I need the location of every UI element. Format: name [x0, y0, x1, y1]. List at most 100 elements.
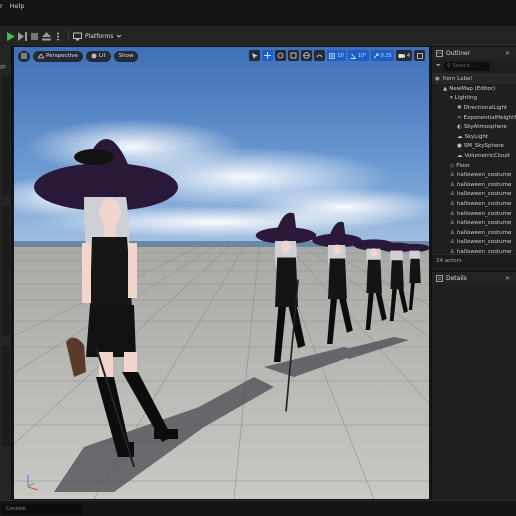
lit-button[interactable]: Lit [85, 50, 111, 62]
folder-icon: ▾ [450, 95, 453, 102]
viewport-toolbar: Perspective Lit Show 10 10° 0.25 4 [14, 47, 429, 65]
surface-snap-icon [317, 54, 323, 58]
outliner-row-label: halloween_costume [456, 239, 512, 246]
hamburger-icon [21, 53, 27, 59]
main-toolbar: Platforms [0, 26, 516, 46]
cursor-icon [251, 52, 258, 59]
outliner-row-label: VolumetricCloud [464, 152, 510, 159]
outliner-row[interactable]: ☁ VolumetricCloud [432, 151, 516, 161]
left-panel: gs [0, 46, 12, 500]
console-placeholder: Console [6, 505, 26, 512]
scale-icon [291, 52, 297, 59]
details-icon [436, 274, 443, 282]
play-button[interactable] [4, 30, 16, 42]
show-button[interactable]: Show [113, 50, 139, 62]
outliner-row[interactable]: ● SM_SkySphere [432, 142, 516, 152]
scale-mode-button[interactable] [288, 50, 300, 61]
move-arrows-icon [264, 52, 272, 59]
outliner-row[interactable]: ♙ halloween_costume [432, 180, 516, 190]
outliner-panel: Outliner ✕ ⏷ ⚲ Search... ◉ Item Label ▲ N… [431, 47, 516, 270]
outliner-row[interactable]: ◐ SkyAtmosphere [432, 122, 516, 132]
surface-snap-button[interactable] [314, 50, 326, 61]
close-icon[interactable]: ✕ [505, 275, 510, 282]
details-tab[interactable]: Details ✕ [432, 272, 516, 284]
more-vertical-icon [57, 32, 59, 40]
lit-sphere-icon [91, 53, 97, 59]
lighting-mode-label: Lit [98, 53, 106, 59]
unreal-editor: r Help Platforms gs Perspective Lit Show… [0, 0, 516, 516]
outliner-row-label: Floor [456, 162, 470, 169]
world-local-button[interactable] [301, 50, 313, 61]
fog-icon: ≈ [457, 114, 462, 121]
maximize-icon [416, 52, 423, 59]
outliner-row[interactable]: ♙ halloween_costume [432, 209, 516, 219]
outliner-row[interactable]: ✺ DirectionalLight [432, 103, 516, 113]
outliner-row[interactable]: ♙ halloween_costume [432, 218, 516, 228]
viewport-menu-button[interactable] [18, 50, 30, 62]
angle-snap-button[interactable]: 10° [347, 50, 369, 61]
console-input[interactable]: Console [2, 503, 82, 514]
stop-icon [30, 32, 38, 40]
status-bar: Console [0, 500, 516, 516]
select-mode-button[interactable] [249, 50, 261, 61]
outliner-row[interactable]: ≈ExponentialHeightFog [432, 113, 516, 123]
left-panel-list [2, 76, 10, 196]
grid-snap-button[interactable]: 10 [327, 50, 346, 61]
outliner-row[interactable]: ♙ halloween_costume [432, 199, 516, 209]
left-panel-tab[interactable]: gs [0, 64, 6, 70]
person-icon: ♙ [450, 191, 455, 198]
perspective-button[interactable]: Perspective [33, 50, 83, 62]
eject-button[interactable] [40, 30, 52, 42]
outliner-toolbar: ⏷ ⚲ Search... [432, 59, 516, 73]
outliner-row[interactable]: ♙ halloween_costume [432, 190, 516, 200]
item-label-column: Item Label [442, 75, 472, 82]
outliner-row-label: halloween_costume [456, 248, 512, 254]
translate-mode-button[interactable] [262, 50, 274, 61]
outliner-row-label: NewMap (Editor) [449, 85, 496, 92]
left-panel-list [2, 346, 10, 446]
outliner-search-input[interactable]: ⚲ Search... [443, 61, 490, 71]
outliner-column-header[interactable]: ◉ Item Label [432, 73, 516, 84]
outliner-row[interactable]: ☁ SkyLight [432, 132, 516, 142]
menu-item-help[interactable]: Help [10, 2, 25, 10]
outliner-tab[interactable]: Outliner ✕ [432, 47, 516, 59]
stop-button[interactable] [28, 30, 40, 42]
outliner-row[interactable]: ◇ Floor [432, 161, 516, 171]
map-icon: ▲ [443, 85, 448, 92]
outliner-tree: ▲ NewMap (Editor) ▾ Lighting ✺ DirectionalLig… [432, 84, 516, 254]
outliner-row[interactable]: ▾ Lighting [432, 94, 516, 104]
view-mode-label: Perspective [46, 53, 78, 59]
outliner-row-label: SkyLight [464, 133, 488, 140]
sun-icon: ✺ [457, 104, 462, 111]
step-button[interactable] [16, 30, 28, 42]
outliner-row-label: ExponentialHeightFog [463, 114, 516, 121]
eject-icon [41, 31, 51, 40]
outliner-row[interactable]: ♙ halloween_costume [432, 238, 516, 248]
outliner-row[interactable]: ♙ halloween_costume [432, 247, 516, 254]
rotate-icon [278, 52, 284, 59]
outliner-row[interactable]: ▲ NewMap (Editor) [432, 84, 516, 94]
outliner-row[interactable]: ♙ halloween_costume [432, 228, 516, 238]
angle-snap-value: 10° [357, 52, 367, 59]
camera-speed-button[interactable]: 4 [395, 50, 412, 61]
outliner-icon [436, 49, 443, 57]
visibility-eye-icon: ◉ [435, 75, 440, 82]
person-icon: ♙ [450, 200, 455, 207]
outliner-row-label: DirectionalLight [463, 104, 508, 111]
close-icon[interactable]: ✕ [505, 50, 510, 57]
scale-snap-button[interactable]: 0.25 [370, 50, 394, 61]
person-icon: ♙ [450, 239, 455, 246]
platforms-button[interactable]: Platforms [73, 32, 122, 41]
outliner-row-label: halloween_costume [456, 172, 512, 179]
add-filter-icon[interactable]: ⏷ [436, 62, 441, 70]
search-icon: ⚲ [446, 63, 451, 69]
level-viewport[interactable]: Perspective Lit Show 10 10° 0.25 4 [14, 47, 429, 499]
maximize-viewport-button[interactable] [414, 50, 425, 61]
globe-icon [303, 52, 311, 59]
person-icon: ♙ [450, 220, 455, 227]
menu-item-window[interactable]: r [0, 2, 3, 10]
rotate-mode-button[interactable] [275, 50, 287, 61]
platforms-icon [73, 32, 82, 40]
outliner-row[interactable]: ♙ halloween_costume [432, 170, 516, 180]
play-options-button[interactable] [52, 30, 64, 42]
